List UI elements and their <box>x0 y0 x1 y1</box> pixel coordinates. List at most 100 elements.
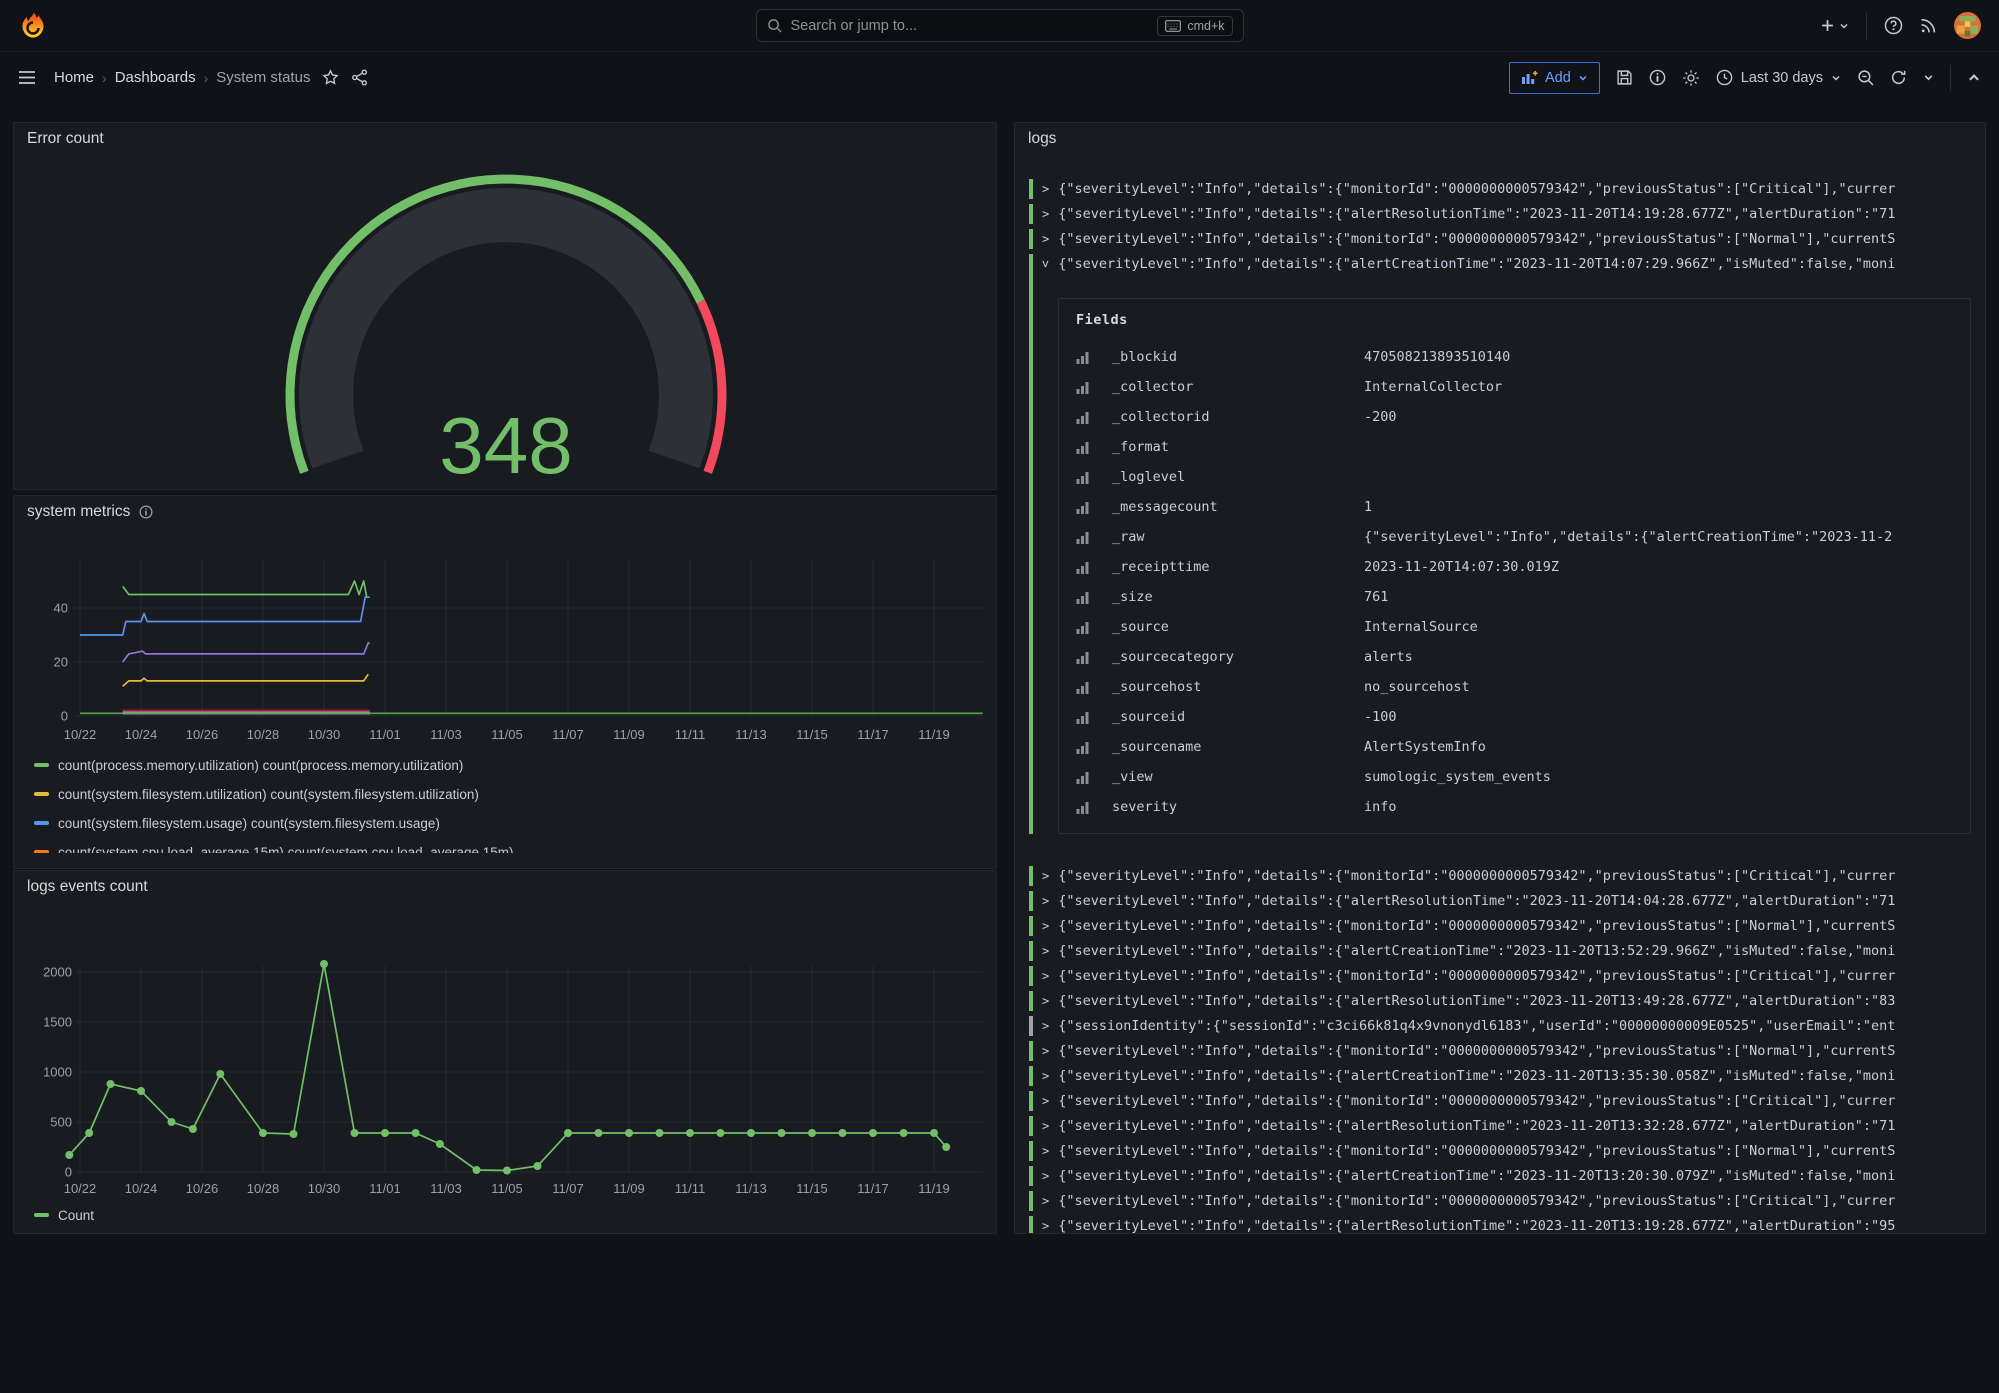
visualize-field-button[interactable] <box>1076 561 1112 574</box>
chevron-right-icon[interactable]: > <box>1042 1019 1049 1033</box>
help-button[interactable] <box>1884 16 1903 35</box>
visualize-field-button[interactable] <box>1076 681 1112 694</box>
panel-title[interactable]: logs events count <box>27 878 148 896</box>
legend-item[interactable]: count(system.cpu.load_average.15m) count… <box>34 844 990 853</box>
dashboard-insights-button[interactable] <box>1649 69 1666 86</box>
log-row[interactable]: >{"severityLevel":"Info","details":{"ale… <box>1029 941 1983 961</box>
log-row[interactable]: >{"severityLevel":"Info","details":{"ale… <box>1029 991 1983 1011</box>
favorite-button[interactable] <box>322 69 339 86</box>
x-tick-label: 10/28 <box>247 727 280 742</box>
legend-item[interactable]: count(system.filesystem.utilization) cou… <box>34 786 990 802</box>
visualize-field-button[interactable] <box>1076 381 1112 394</box>
panel-title-text: Error count <box>27 130 104 148</box>
log-row[interactable]: >{"severityLevel":"Info","details":{"mon… <box>1029 866 1983 886</box>
log-row[interactable]: >{"severityLevel":"Info","details":{"ale… <box>1029 1216 1983 1234</box>
legend-item[interactable]: count(system.filesystem.usage) count(sys… <box>34 815 990 831</box>
chevron-right-icon[interactable]: > <box>1042 994 1049 1008</box>
chevron-right-icon[interactable]: > <box>1042 1219 1049 1233</box>
log-row[interactable]: >{"severityLevel":"Info","details":{"mon… <box>1029 966 1983 986</box>
chevron-down-icon[interactable]: > <box>1042 260 1053 267</box>
chevron-right-icon[interactable]: > <box>1042 232 1049 246</box>
visualize-field-button[interactable] <box>1076 651 1112 664</box>
log-row[interactable]: >{"severityLevel":"Info","details":{"mon… <box>1029 1141 1983 1161</box>
log-row[interactable]: > {"severityLevel":"Info","details":{"mon… <box>1029 1091 1983 1111</box>
collapse-toolbar-button[interactable] <box>1967 71 1981 85</box>
menu-toggle-button[interactable] <box>18 70 36 85</box>
visualize-field-button[interactable] <box>1076 351 1112 364</box>
panel-title[interactable]: Error count <box>27 130 104 148</box>
chevron-right-icon[interactable]: > <box>1042 1169 1049 1183</box>
log-row[interactable]: >{"severityLevel":"Info","details":{"ale… <box>1029 1066 1983 1086</box>
chevron-right-icon[interactable]: > <box>1042 869 1049 883</box>
panel-title[interactable]: logs <box>1028 130 1056 148</box>
news-button[interactable] <box>1920 17 1937 34</box>
visualize-field-button[interactable] <box>1076 741 1112 754</box>
field-row: _sourceid-100 <box>1076 702 1953 732</box>
chevron-right-icon[interactable]: > <box>1042 1069 1049 1083</box>
log-row[interactable]: >{"severityLevel":"Info","details":{"mon… <box>1029 229 1983 249</box>
series-line <box>80 597 370 635</box>
visualize-field-button[interactable] <box>1076 501 1112 514</box>
time-range-picker[interactable]: Last 30 days <box>1716 69 1841 86</box>
log-row[interactable]: >{"severityLevel":"Info","details":{"ale… <box>1029 1116 1983 1136</box>
y-tick-label: 1000 <box>43 1065 72 1080</box>
visualize-field-button[interactable] <box>1076 621 1112 634</box>
visualize-field-button[interactable] <box>1076 771 1112 784</box>
refresh-interval-button[interactable] <box>1923 72 1934 83</box>
log-row-expanded[interactable]: > {"severityLevel":"Info","details":{"al… <box>1029 254 1983 834</box>
field-name: _format <box>1112 439 1364 455</box>
new-menu-button[interactable] <box>1820 18 1849 33</box>
field-name: _view <box>1112 769 1364 785</box>
visualize-field-button[interactable] <box>1076 711 1112 724</box>
legend-item[interactable]: Count <box>34 1207 990 1223</box>
logs-rows-bottom: > {"severityLevel":"Info","details":{"mon… <box>1029 866 1983 1234</box>
log-row[interactable]: >{"severityLevel":"Info","details":{"mon… <box>1029 916 1983 936</box>
breadcrumb-dashboards[interactable]: Dashboards <box>115 69 196 86</box>
chevron-right-icon[interactable]: > <box>1042 894 1049 908</box>
chevron-right-icon[interactable]: > <box>1042 1144 1049 1158</box>
zoom-out-time-button[interactable] <box>1857 69 1874 86</box>
user-avatar[interactable] <box>1954 12 1981 39</box>
visualize-field-button[interactable] <box>1076 531 1112 544</box>
visualize-field-button[interactable] <box>1076 591 1112 604</box>
chevron-right-icon[interactable]: > <box>1042 1094 1049 1108</box>
log-row[interactable]: >{"severityLevel":"Info","details":{"ale… <box>1029 204 1983 224</box>
save-dashboard-button[interactable] <box>1616 69 1633 86</box>
breadcrumb-home[interactable]: Home <box>54 69 94 86</box>
chevron-right-icon[interactable]: > <box>1042 1044 1049 1058</box>
breadcrumb-current[interactable]: System status <box>216 69 310 86</box>
chevron-right-icon[interactable]: > <box>1042 969 1049 983</box>
log-row[interactable]: >{"severityLevel":"Info","details":{"mon… <box>1029 1191 1983 1211</box>
visualize-field-button[interactable] <box>1076 801 1112 814</box>
panel-title[interactable]: system metrics <box>27 503 153 521</box>
chevron-right-icon[interactable]: > <box>1042 919 1049 933</box>
search-input[interactable]: Search or jump to... cmd+k <box>756 9 1244 42</box>
visualize-field-button[interactable] <box>1076 471 1112 484</box>
chevron-right-icon[interactable]: > <box>1042 182 1049 196</box>
legend-item[interactable]: count(process.memory.utilization) count(… <box>34 757 990 773</box>
visualize-field-button[interactable] <box>1076 441 1112 454</box>
logs-events-chart[interactable]: 10/2210/2410/2610/2810/3011/0111/0311/05… <box>14 871 996 1233</box>
chevron-right-icon[interactable]: > <box>1042 207 1049 221</box>
search-shortcut-text: cmd+k <box>1187 19 1224 33</box>
data-point <box>412 1129 420 1137</box>
log-message: {"severityLevel":"Info","details":{"moni… <box>1058 1093 1895 1109</box>
log-row[interactable]: >{"sessionIdentity":{"sessionId":"c3ci66… <box>1029 1016 1983 1036</box>
visualize-field-button[interactable] <box>1076 411 1112 424</box>
refresh-button[interactable] <box>1890 69 1907 86</box>
chevron-right-icon[interactable]: > <box>1042 944 1049 958</box>
chevron-right-icon[interactable]: > <box>1042 1119 1049 1133</box>
share-button[interactable] <box>351 69 368 86</box>
log-row[interactable]: >{"severityLevel":"Info","details":{"mon… <box>1029 1041 1983 1061</box>
x-tick-label: 11/07 <box>552 727 584 742</box>
dashboard-settings-button[interactable] <box>1682 69 1700 87</box>
log-row[interactable]: >{"severityLevel":"Info","details":{"ale… <box>1029 891 1983 911</box>
y-tick-label: 40 <box>54 601 68 616</box>
log-row[interactable]: >{"severityLevel":"Info","details":{"ale… <box>1029 1166 1983 1186</box>
legend-color-chip <box>34 1213 49 1217</box>
add-panel-button[interactable]: Add <box>1509 62 1600 94</box>
panel-info-icon[interactable] <box>139 505 153 519</box>
grafana-logo-icon[interactable] <box>18 10 50 42</box>
chevron-right-icon[interactable]: > <box>1042 1194 1049 1208</box>
log-row[interactable]: >{"severityLevel":"Info","details":{"mon… <box>1029 179 1983 199</box>
